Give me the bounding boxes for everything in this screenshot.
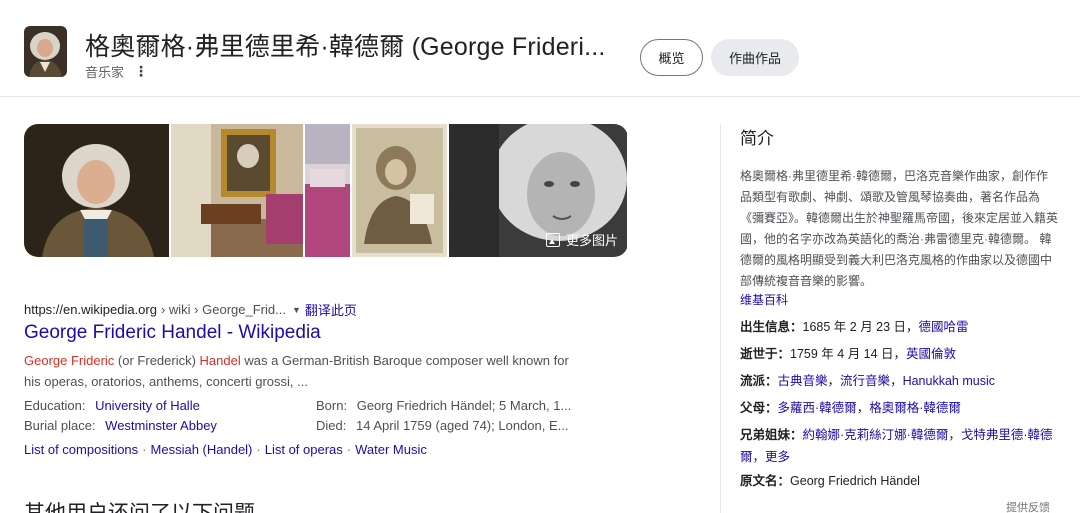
sitelink-separator: · [346,442,352,457]
kp-value: Georg Friedrich Händel [790,474,920,488]
fact-died: Died: 14 April 1759 (aged 74); London, E… [316,416,568,436]
kp-row-genre: 流派：古典音樂，流行音樂，Hanukkah music [740,370,1058,392]
fact-value: Georg Friedrich Händel; 5 March, 1... [356,398,572,413]
result-breadcrumb[interactable]: https://en.wikipedia.org › wiki › George… [24,300,357,319]
result-title-link[interactable]: George Frideric Handel - Wikipedia [24,322,321,344]
kp-label: 出生信息： [740,320,803,334]
portrait-thumbnail [24,26,67,77]
snippet-highlight: George Frideric [24,353,115,368]
sitelink-water-music[interactable]: Water Music [355,442,427,457]
kp-genre-link[interactable]: Hanukkah music [903,374,995,388]
gallery-image-1[interactable] [24,124,169,257]
kp-row-original-name: 原文名：Georg Friedrich Händel [740,470,1058,492]
caret-down-icon[interactable]: ▼ [292,305,301,315]
kp-label: 兄弟姐妹： [740,428,803,442]
entity-avatar[interactable] [24,26,67,77]
image-gallery[interactable]: 更多图片 [24,124,628,257]
kp-genre-link[interactable]: 古典音樂 [778,374,828,388]
gallery-image-4[interactable] [352,124,447,257]
fact-burial-link[interactable]: Westminster Abbey [105,418,217,433]
feedback-link[interactable]: 提供反馈 [1006,499,1050,513]
fact-value: 14 April 1759 (aged 74); London, E... [355,418,569,433]
sitelinks: List of compositions · Messiah (Handel) · Li… [24,442,427,457]
kp-row-born: 出生信息：1685 年 2 月 23 日，德國哈雷 [740,316,1058,338]
sitelink-separator: · [142,442,147,457]
sitelink-separator: · [256,442,261,457]
result-url: https://en.wikipedia.org [24,302,157,317]
people-also-ask-heading: 其他用户还问了以下问题 [24,497,255,513]
kp-title: 简介 [740,129,774,148]
fact-education: Education: University of Halle [24,396,200,416]
kp-parent-link[interactable]: 多蘿西·韓德爾 [778,401,857,415]
result-path: › wiki › George_Frid... [160,302,286,317]
knowledge-panel: 简介 格奧爾格·弗里德里希·韓德爾，巴洛克音樂作曲家，創作作品類型有歌劇、神劇、… [740,124,1058,488]
fact-label: Education: [24,398,86,413]
kp-value: 1685 年 2 月 23 日， [802,320,919,334]
kp-separator: ， [856,401,870,415]
snippet-highlight: Handel [199,353,241,368]
kp-separator: ， [890,374,903,388]
tab-compositions[interactable]: 作曲作品 [711,39,799,76]
fact-born: Born: Georg Friedrich Händel; 5 March, 1… [316,396,571,416]
kp-description: 格奧爾格·弗里德里希·韓德爾，巴洛克音樂作曲家，創作作品類型有歌劇、神劇、頌歌及… [740,166,1058,311]
kp-sibling-link[interactable]: 約翰娜·克莉絲汀娜·韓德爾 [803,428,949,442]
panel-divider [720,124,721,513]
kp-value: 1759 年 4 月 14 日， [790,347,907,361]
result-snippet: George Frideric (or Frederick) Handel wa… [24,350,584,392]
gallery-image-3[interactable] [305,124,350,257]
more-options-icon[interactable]: ⋮ [134,63,148,80]
entity-title: 格奧爾格·弗里德里希·韓德爾 (George Frideri... [85,33,606,61]
entity-subtitle: 音乐家 [85,65,125,80]
kp-separator: ， [752,450,766,464]
kp-born-place-link[interactable]: 德國哈雷 [919,320,969,334]
entity-header: 格奧爾格·弗里德里希·韓德爾 (George Frideri... 音乐家 ⋮ … [0,0,1080,97]
sitelink-compositions[interactable]: List of compositions [24,442,138,457]
snippet-text: (or Frederick) [114,353,200,368]
kp-siblings-more-link[interactable]: 更多 [765,450,790,464]
translate-page-link[interactable]: 翻译此页 [305,300,357,319]
tab-overview[interactable]: 概览 [640,39,703,76]
kp-genre-link[interactable]: 流行音樂 [840,374,890,388]
kp-row-parents: 父母：多蘿西·韓德爾，格奧爾格·韓德爾 [740,397,1058,419]
kp-row-siblings: 兄弟姐妹：約翰娜·克莉絲汀娜·韓德爾，戈特弗里德·韓德爾，更多 [740,424,1058,468]
more-images-button[interactable]: 更多图片 [545,230,618,249]
image-icon [545,232,560,247]
kp-description-text: 格奧爾格·弗里德里希·韓德爾，巴洛克音樂作曲家，創作作品類型有歌劇、神劇、頌歌及… [740,169,1059,288]
fact-label: Died: [316,418,347,433]
kp-source-link[interactable]: 维基百科 [740,290,1058,311]
kp-died-place-link[interactable]: 英國倫敦 [906,347,956,361]
kp-label: 原文名： [740,474,791,488]
kp-label: 父母： [740,401,778,415]
kp-label: 逝世于： [740,347,791,361]
kp-row-died: 逝世于：1759 年 4 月 14 日，英國倫敦 [740,343,1058,365]
kp-separator: ， [827,374,841,388]
sitelink-messiah[interactable]: Messiah (Handel) [151,442,253,457]
kp-label: 流派： [740,374,778,388]
fact-label: Born: [316,398,348,413]
fact-education-link[interactable]: University of Halle [95,398,200,413]
fact-burial: Burial place: Westminster Abbey [24,416,217,436]
entity-subtitle-row: 音乐家 ⋮ [85,62,148,81]
kp-separator: ， [948,428,961,442]
more-images-label: 更多图片 [565,233,618,248]
fact-label: Burial place: [24,418,96,433]
sitelink-operas[interactable]: List of operas [265,442,343,457]
kp-parent-link[interactable]: 格奧爾格·韓德爾 [869,401,961,415]
gallery-image-2[interactable] [171,124,303,257]
